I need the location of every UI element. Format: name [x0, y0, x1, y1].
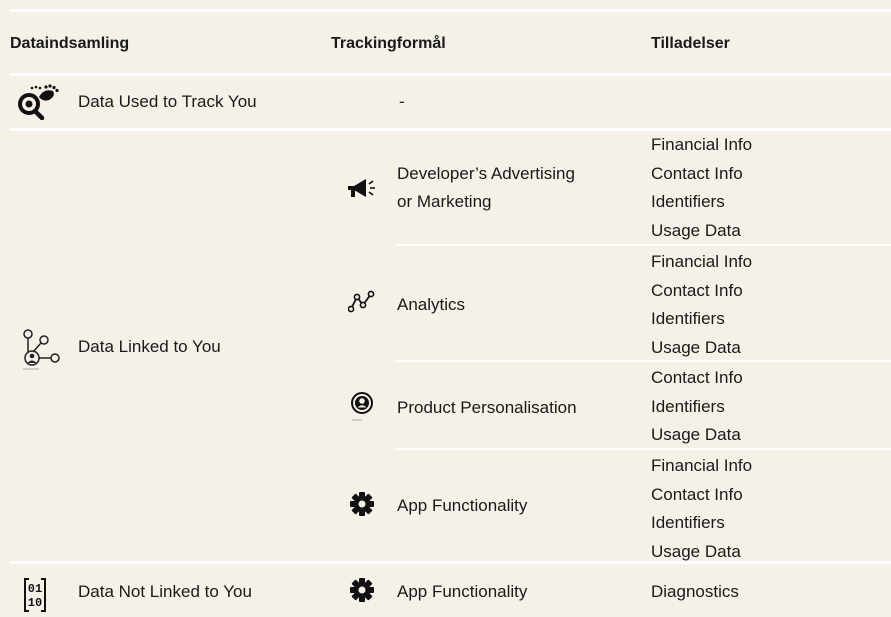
- permission-item: Contact Info: [651, 368, 743, 387]
- permission-item: Usage Data: [651, 220, 741, 240]
- megaphone-icon: [348, 179, 375, 197]
- category-label: Data Not Linked to You: [78, 582, 252, 601]
- purpose-divider: [395, 360, 891, 362]
- permission-item: Financial Info: [651, 135, 753, 154]
- permission-item: Contact Info: [651, 163, 743, 183]
- permission-list: Financial Info Contact Info Identifiers …: [651, 131, 752, 245]
- user-circle-icon: [351, 392, 373, 421]
- category-label: Data Used to Track You: [78, 92, 257, 111]
- purpose-label-line: Developer’s Advertising: [397, 164, 575, 183]
- purpose-label: Developer’s Advertising or Marketing: [397, 160, 575, 216]
- permission-item: Identifiers: [651, 309, 725, 328]
- gear-icon: [350, 578, 374, 602]
- header-data-collection: Dataindsamling: [10, 35, 130, 52]
- purpose-label-line: or Marketing: [397, 192, 492, 211]
- svg-text:01: 01: [28, 582, 42, 596]
- permission-item: Identifiers: [651, 192, 725, 211]
- header-divider: [10, 73, 891, 76]
- user-network-icon: [23, 329, 60, 370]
- footprints-magnifier-icon: [18, 84, 59, 120]
- row-divider: [10, 128, 891, 131]
- category-label: Data Linked to You: [78, 337, 221, 356]
- header-tracking-purpose: Trackingformål: [331, 35, 446, 52]
- row-divider: [10, 561, 891, 564]
- permission-item: Financial Info: [651, 252, 753, 271]
- permission-item: Usage Data: [651, 541, 741, 561]
- permission-item: Usage Data: [651, 337, 741, 357]
- header-permissions: Tilladelser: [651, 35, 730, 52]
- permission-list: Contact Info Identifiers Usage Data: [651, 364, 743, 450]
- purpose-divider: [395, 448, 891, 450]
- purpose-label: Analytics: [397, 295, 466, 314]
- permission-item: Contact Info: [651, 484, 743, 504]
- permission-list: Financial Info Contact Info Identifiers …: [651, 248, 752, 362]
- permission-item: Identifiers: [651, 396, 725, 416]
- purpose-empty: -: [399, 92, 405, 111]
- analytics-line-icon: [348, 290, 375, 313]
- permission-item: Identifiers: [651, 513, 725, 532]
- purpose-label: Product Personalisation: [397, 398, 577, 417]
- purpose-divider: [395, 244, 891, 246]
- permission-item: Financial Info: [651, 456, 753, 475]
- permission-item: Diagnostics: [651, 582, 739, 601]
- purpose-label: App Functionality: [397, 582, 528, 601]
- permission-list: Financial Info Contact Info Identifiers …: [651, 452, 752, 566]
- permission-item: Contact Info: [651, 280, 743, 300]
- svg-text:10: 10: [28, 596, 42, 610]
- permission-item: Usage Data: [651, 425, 741, 444]
- purpose-label: App Functionality: [397, 496, 528, 515]
- gear-icon: [350, 492, 374, 516]
- binary-data-icon: 01 10: [24, 578, 46, 612]
- top-divider: [10, 9, 891, 12]
